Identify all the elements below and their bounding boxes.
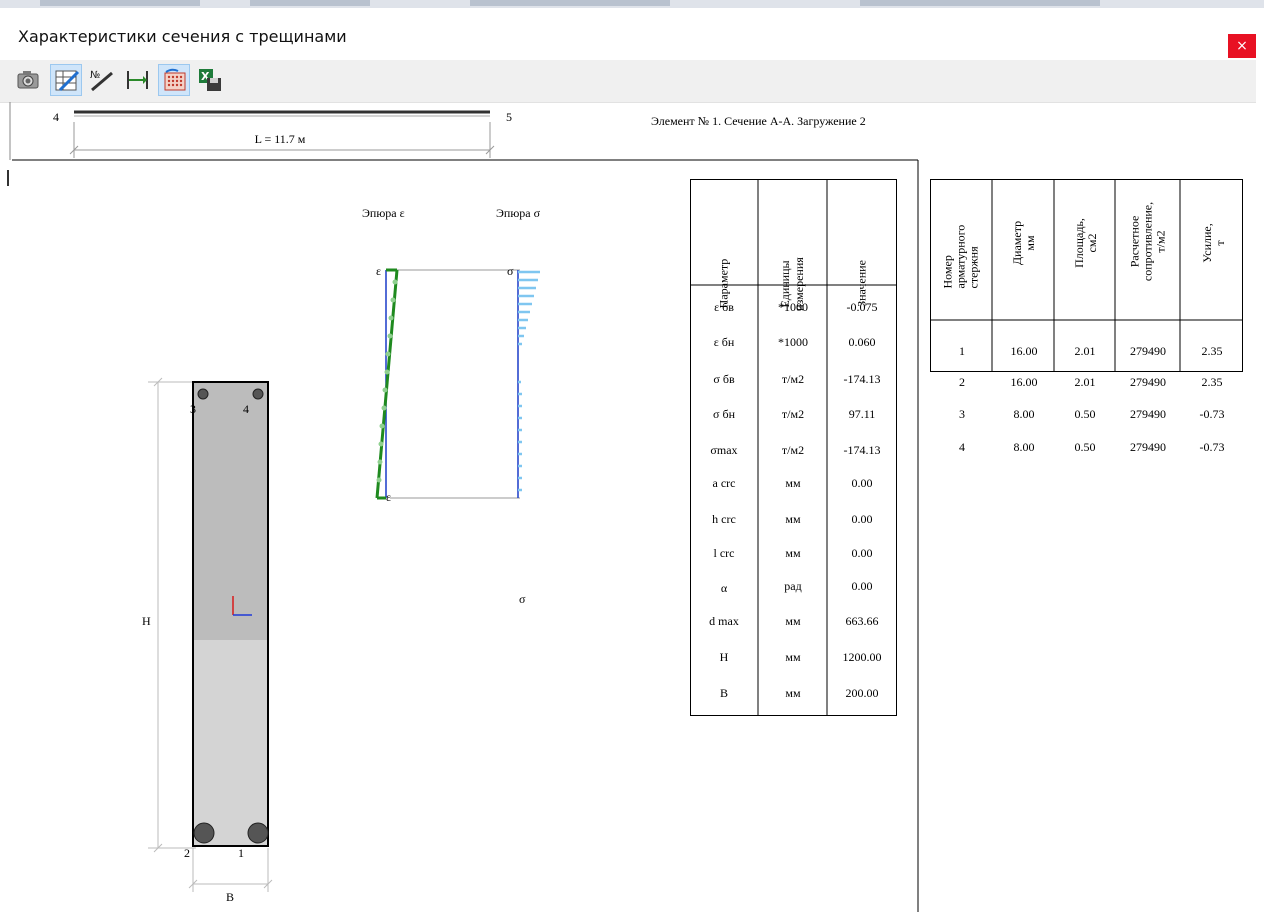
strain-stress-diagrams bbox=[375, 268, 540, 500]
param-cell: α bbox=[720, 581, 728, 595]
strain-bottom-label: ε bbox=[386, 490, 392, 504]
unit-cell: *1000 bbox=[778, 335, 808, 349]
background-app-strip bbox=[0, 0, 1264, 8]
rebar-cell: 8.00 bbox=[1013, 407, 1035, 421]
rebar-cell: 0.50 bbox=[1074, 440, 1096, 454]
rebar-header-area-line2: см2 bbox=[1085, 233, 1099, 253]
unit-cell: *1000 bbox=[778, 300, 808, 314]
value-cell: 663.66 bbox=[845, 614, 879, 628]
beam-length-label: L = 11.7 м bbox=[254, 132, 306, 146]
rebar-cell: 16.00 bbox=[1010, 344, 1038, 358]
rebar-cell: 2 bbox=[959, 375, 965, 389]
rebar-header-resistance: Расчетное сопротивление, т/м2 bbox=[1128, 192, 1168, 292]
window-titlebar: Характеристики сечения с трещинами × bbox=[0, 8, 1264, 60]
drawing-canvas: 4 5 L = 11.7 м Элемент № 1. Сечение А-А.… bbox=[0, 102, 1264, 912]
param-cell: h crc bbox=[712, 512, 736, 526]
unit-cell: мм bbox=[785, 650, 801, 664]
unit-cell: т/м2 bbox=[781, 372, 805, 386]
param-cell: a crc bbox=[712, 476, 736, 490]
toolbar: № X bbox=[0, 60, 1256, 103]
rebar-cell: 16.00 bbox=[1010, 375, 1038, 389]
camera-button[interactable] bbox=[12, 64, 44, 96]
rebar-cell: 0.50 bbox=[1074, 407, 1096, 421]
bar-label-3: 3 bbox=[190, 402, 196, 416]
section-width-label: B bbox=[226, 890, 235, 904]
section-grid-button[interactable] bbox=[158, 64, 190, 96]
rebar-cell: 3 bbox=[959, 407, 965, 421]
stress-label: σ bbox=[519, 592, 526, 606]
stress-diagram-title: Эпюра σ bbox=[496, 206, 541, 220]
value-cell: 200.00 bbox=[845, 686, 879, 700]
param-cell: l crc bbox=[713, 546, 735, 560]
value-cell: 0.00 bbox=[851, 546, 873, 560]
param-cell: σ бв bbox=[713, 372, 735, 386]
numbering-button[interactable]: № bbox=[86, 64, 118, 96]
param-cell: B bbox=[719, 686, 728, 700]
excel-export-button[interactable]: X bbox=[194, 64, 226, 96]
rebar-cell: 2.01 bbox=[1074, 344, 1096, 358]
rebar-header-area: Площадь, см2 bbox=[1072, 205, 1099, 281]
rebar-cell: 1 bbox=[959, 344, 965, 358]
param-cell: ε бв bbox=[714, 300, 734, 314]
strain-diagram-title: Эпюра ε bbox=[362, 206, 405, 220]
value-cell: -174.13 bbox=[843, 372, 881, 386]
rebar-header-diameter-line2: мм bbox=[1023, 235, 1037, 251]
unit-cell: т/м2 bbox=[781, 407, 805, 421]
rebar-cell: -0.73 bbox=[1199, 440, 1225, 454]
stress-top-label: σ bbox=[507, 264, 514, 278]
value-cell: -174.13 bbox=[843, 443, 881, 457]
bar-label-1: 1 bbox=[238, 846, 244, 860]
param-cell: σmax bbox=[710, 443, 738, 457]
section-caption: Элемент № 1. Сечение А-А. Загружение 2 bbox=[651, 114, 866, 128]
rebar-cell: 8.00 bbox=[1013, 440, 1035, 454]
value-cell: 0.00 bbox=[851, 476, 873, 490]
rebar-cell: 2.35 bbox=[1201, 344, 1223, 358]
unit-cell: мм bbox=[785, 614, 801, 628]
rebar-header-force-line2: т bbox=[1213, 240, 1227, 246]
rebar-header-number-line3: стержня bbox=[966, 246, 981, 289]
beam-node-start: 4 bbox=[53, 110, 59, 124]
section-height-label: H bbox=[142, 614, 151, 628]
rebar-cell: 279490 bbox=[1130, 440, 1166, 454]
strain-top-label: ε bbox=[376, 264, 382, 278]
close-button[interactable]: × bbox=[1228, 34, 1256, 58]
unit-cell: мм bbox=[785, 512, 801, 526]
rebar-header-resistance-line3: т/м2 bbox=[1153, 230, 1168, 253]
table-edit-button[interactable] bbox=[50, 64, 82, 96]
rebar-header-force: Усилие, т bbox=[1200, 205, 1227, 281]
rebar-header-diameter: Диаметр мм bbox=[1010, 205, 1037, 281]
value-cell: 97.11 bbox=[848, 407, 876, 421]
unit-cell: рад bbox=[784, 579, 802, 593]
unit-cell: мм bbox=[785, 686, 801, 700]
value-cell: -0.075 bbox=[846, 300, 878, 314]
value-cell: 1200.00 bbox=[842, 650, 882, 664]
rebar-cell: 2.01 bbox=[1074, 375, 1096, 389]
unit-cell: мм bbox=[785, 476, 801, 490]
dimension-button[interactable] bbox=[122, 64, 154, 96]
param-cell: σ бн bbox=[713, 407, 735, 421]
param-cell: ε бн bbox=[713, 335, 735, 349]
cross-section bbox=[148, 377, 273, 892]
rebar-header-number: Номер арматурного стержня bbox=[941, 195, 981, 289]
bar-label-4: 4 bbox=[243, 402, 249, 416]
rebar-cell: 279490 bbox=[1130, 407, 1166, 421]
rebar-cell: 279490 bbox=[1130, 344, 1166, 358]
param-cell: H bbox=[719, 650, 729, 664]
param-cell: d max bbox=[709, 614, 739, 628]
beam-node-end: 5 bbox=[506, 110, 512, 124]
value-cell: 0.00 bbox=[851, 512, 873, 526]
unit-cell: мм bbox=[785, 546, 801, 560]
rebar-cell: 2.35 bbox=[1201, 375, 1223, 389]
bar-label-2: 2 bbox=[184, 846, 190, 860]
rebar-cell: 4 bbox=[959, 440, 965, 454]
value-cell: 0.060 bbox=[848, 335, 876, 349]
rebar-cell: -0.73 bbox=[1199, 407, 1225, 421]
rebar-cell: 279490 bbox=[1130, 375, 1166, 389]
svg-text:№: № bbox=[90, 70, 100, 81]
value-cell: 0.00 bbox=[851, 579, 873, 593]
window-title: Характеристики сечения с трещинами bbox=[18, 27, 347, 46]
unit-cell: т/м2 bbox=[781, 443, 805, 457]
